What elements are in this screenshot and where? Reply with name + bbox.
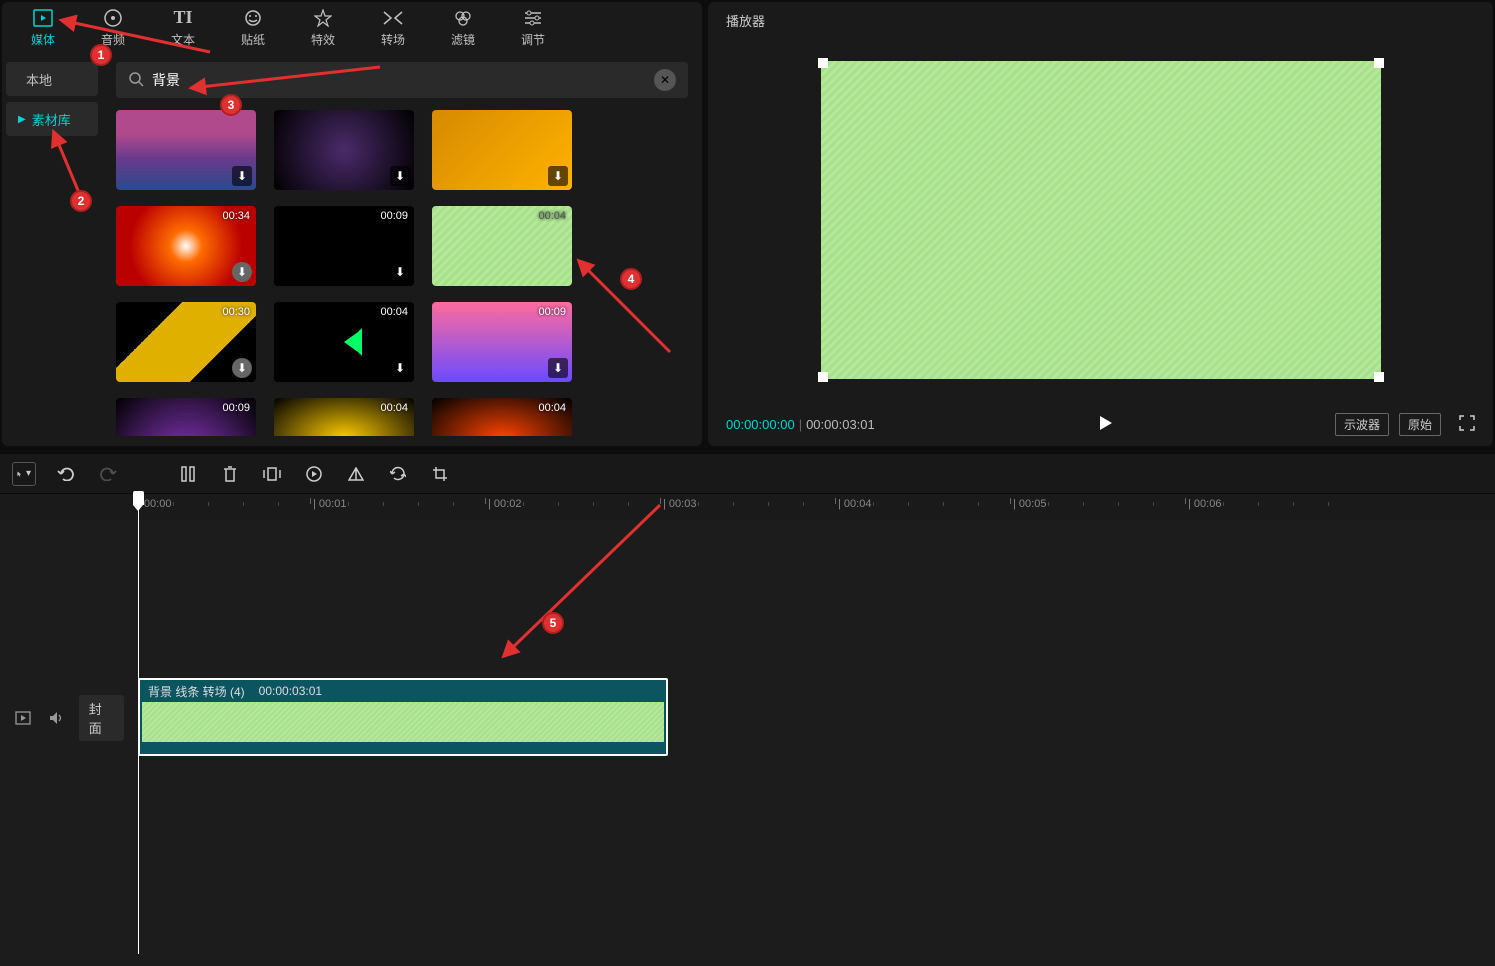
speed-tool[interactable] [302, 462, 326, 486]
timeline-clip[interactable]: 背景 线条 转场 (4) 00:00:03:01 [138, 678, 668, 756]
media-thumb[interactable]: 00:04⬇ [274, 302, 414, 382]
filter-icon [452, 7, 474, 29]
audio-icon [102, 7, 124, 29]
video-track-icon[interactable] [12, 707, 33, 729]
play-button[interactable] [1096, 414, 1114, 435]
cursor-tool[interactable]: ▾ [12, 462, 36, 486]
tab-adjust[interactable]: 调节 [500, 4, 566, 50]
download-icon[interactable]: ⬇ [232, 358, 252, 378]
media-thumb[interactable]: ⬇ [116, 110, 256, 190]
split-tool[interactable] [176, 462, 200, 486]
clear-search-button[interactable]: ✕ [654, 69, 676, 91]
ruler-mark: | 00:03 [663, 498, 696, 510]
clip-thumbnail [142, 702, 664, 742]
timeline-toolbar: ▾ [0, 454, 1495, 494]
ruler-mark: | 00:06 [1188, 498, 1221, 510]
sticker-icon [242, 7, 264, 29]
search-bar: ✕ [116, 62, 688, 98]
download-icon[interactable]: ⬇ [232, 262, 252, 282]
playhead[interactable] [138, 494, 139, 954]
download-icon[interactable]: ⬇ [390, 358, 410, 378]
undo-button[interactable] [54, 462, 78, 486]
fullscreen-icon[interactable] [1459, 415, 1475, 434]
media-thumb[interactable]: 00:34⬇ [116, 206, 256, 286]
top-tabs: 媒体 音频 TI 文本 贴纸 特效 转场 [2, 2, 702, 52]
tab-transition[interactable]: 转场 [360, 4, 426, 50]
download-icon[interactable]: ⬇ [232, 166, 252, 186]
media-thumb[interactable]: 00:04 [432, 398, 572, 436]
media-thumb[interactable]: 00:09⬇ [274, 206, 414, 286]
clip-duration: 00:00:03:01 [259, 684, 322, 698]
player-title: 播放器 [708, 2, 1493, 38]
timeline-tracks[interactable]: 封面 背景 线条 转场 (4) 00:00:03:01 [0, 520, 1495, 966]
download-icon[interactable]: ⬇ [390, 262, 410, 282]
player-time: 00:00:00:00|00:00:03:01 [726, 417, 875, 432]
crop-tool[interactable] [428, 462, 452, 486]
media-thumb[interactable]: 00:09⬇ [432, 302, 572, 382]
media-thumb[interactable]: 00:09 [116, 398, 256, 436]
oscilloscope-button[interactable]: 示波器 [1335, 413, 1389, 436]
search-icon [128, 71, 144, 90]
media-thumb[interactable]: 00:04 [274, 398, 414, 436]
media-icon [32, 7, 54, 29]
download-icon[interactable]: ⬇ [390, 166, 410, 186]
cover-button[interactable]: 封面 [79, 695, 124, 741]
tab-sticker[interactable]: 贴纸 [220, 4, 286, 50]
resize-handle[interactable] [818, 372, 828, 382]
redo-button[interactable] [96, 462, 120, 486]
media-thumb[interactable]: 00:04 [432, 206, 572, 286]
tab-media[interactable]: 媒体 [10, 4, 76, 50]
sidebar-library[interactable]: ▶素材库 [6, 102, 98, 136]
sidebar-local[interactable]: 本地 [6, 62, 98, 96]
ruler-mark: | 00:04 [838, 498, 871, 510]
resize-handle[interactable] [818, 58, 828, 68]
text-icon: TI [172, 7, 194, 29]
ruler-mark: | 00:02 [488, 498, 521, 510]
media-grid: ⬇ ⬇ ⬇ 00:34⬇ 00:09⬇ 00:04 00:30⬇ 00:04⬇ … [116, 110, 688, 436]
media-thumb[interactable]: ⬇ [432, 110, 572, 190]
player-canvas[interactable] [708, 38, 1493, 402]
frame-tool[interactable] [260, 462, 284, 486]
media-thumb[interactable]: ⬇ [274, 110, 414, 190]
resize-handle[interactable] [1374, 372, 1384, 382]
download-icon[interactable]: ⬇ [548, 358, 568, 378]
ruler-mark: | 00:05 [1013, 498, 1046, 510]
download-icon[interactable]: ⬇ [548, 166, 568, 186]
resize-handle[interactable] [1374, 58, 1384, 68]
timeline-ruler[interactable]: | 00:00| 00:01| 00:02| 00:03| 00:04| 00:… [0, 494, 1495, 520]
rotate-tool[interactable] [386, 462, 410, 486]
original-button[interactable]: 原始 [1399, 413, 1441, 436]
tab-filter[interactable]: 滤镜 [430, 4, 496, 50]
tab-effects[interactable]: 特效 [290, 4, 356, 50]
mirror-tool[interactable] [344, 462, 368, 486]
tab-text[interactable]: TI 文本 [150, 4, 216, 50]
clip-name: 背景 线条 转场 (4) [148, 683, 245, 700]
media-sidebar: 本地 ▶素材库 [2, 52, 102, 446]
transition-icon [382, 7, 404, 29]
media-thumb[interactable]: 00:30⬇ [116, 302, 256, 382]
ruler-mark: | 00:01 [313, 498, 346, 510]
preview-frame [821, 61, 1381, 379]
audio-track-icon[interactable] [45, 707, 66, 729]
adjust-icon [522, 7, 544, 29]
effects-icon [312, 7, 334, 29]
delete-tool[interactable] [218, 462, 242, 486]
player-controls: 00:00:00:00|00:00:03:01 示波器 原始 [708, 402, 1493, 446]
search-input[interactable] [152, 72, 654, 88]
chevron-right-icon: ▶ [18, 114, 26, 125]
tab-audio[interactable]: 音频 [80, 4, 146, 50]
